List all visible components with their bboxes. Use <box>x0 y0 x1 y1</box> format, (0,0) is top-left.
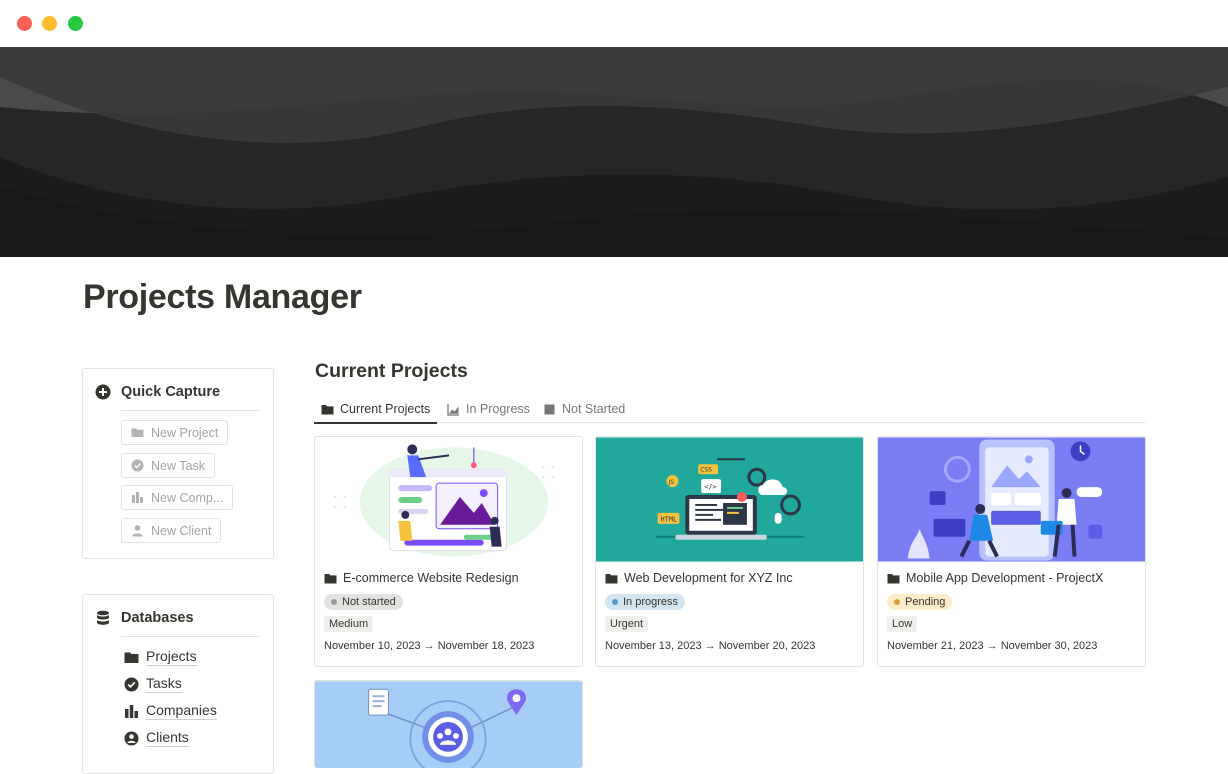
status-dot <box>331 599 337 605</box>
db-link-companies-label: Companies <box>146 702 217 720</box>
web-development-illustration: HTML </> JS CSS <box>596 437 863 562</box>
folder-icon <box>124 650 139 665</box>
databases-title: Databases <box>121 610 194 626</box>
tab-not-started[interactable]: Not Started <box>536 395 632 423</box>
priority-badge: Urgent <box>605 616 648 632</box>
check-circle-icon <box>131 459 144 472</box>
project-card-partial[interactable] <box>314 680 583 768</box>
project-card-mobile-app[interactable]: Mobile App Development - ProjectX Pendin… <box>877 436 1146 667</box>
tab-current-projects-label: Current Projects <box>340 402 430 416</box>
project-card-title-text: Mobile App Development - ProjectX <box>906 571 1103 585</box>
db-link-clients[interactable]: Clients <box>124 729 189 747</box>
db-link-clients-label: Clients <box>146 729 189 747</box>
client-network-illustration <box>315 681 582 768</box>
db-link-projects-label: Projects <box>146 648 197 666</box>
databases-header: Databases <box>95 610 194 626</box>
chart-icon <box>447 403 460 416</box>
status-text: Not started <box>342 596 396 608</box>
priority-badge: Medium <box>324 616 373 632</box>
folder-icon <box>321 403 334 416</box>
project-card-title: Web Development for XYZ Inc <box>605 571 793 585</box>
folder-icon <box>887 572 900 585</box>
new-task-button[interactable]: New Task <box>121 453 215 478</box>
person-icon <box>131 524 144 537</box>
status-text: In progress <box>623 596 678 608</box>
tab-in-progress-label: In Progress <box>466 402 530 416</box>
new-project-label: New Project <box>151 426 218 440</box>
close-window-button[interactable] <box>17 16 32 31</box>
project-card-title-text: Web Development for XYZ Inc <box>624 571 793 585</box>
current-projects-heading: Current Projects <box>315 360 468 383</box>
new-client-button[interactable]: New Client <box>121 518 221 543</box>
new-company-button[interactable]: New Comp... <box>121 485 233 510</box>
folder-icon <box>605 572 618 585</box>
view-tabs: Current Projects In Progress Not Started <box>314 395 1146 423</box>
folder-icon <box>324 572 337 585</box>
status-badge: Pending <box>887 594 952 610</box>
minimize-window-button[interactable] <box>42 16 57 31</box>
mobile-app-illustration <box>878 437 1145 562</box>
new-task-label: New Task <box>151 459 205 473</box>
person-circle-icon <box>124 731 139 746</box>
status-badge: In progress <box>605 594 685 610</box>
project-card-ecommerce[interactable]: E-commerce Website Redesign Not started … <box>314 436 583 667</box>
folder-icon <box>131 426 144 439</box>
new-project-button[interactable]: New Project <box>121 420 228 445</box>
quick-capture-header: Quick Capture <box>95 384 220 400</box>
check-circle-icon <box>124 677 139 692</box>
status-text: Pending <box>905 596 945 608</box>
square-icon <box>543 403 556 416</box>
db-link-tasks[interactable]: Tasks <box>124 675 182 693</box>
tab-current-projects[interactable]: Current Projects <box>314 395 437 423</box>
svg-text:</>: </> <box>704 483 717 491</box>
database-icon <box>95 610 111 626</box>
db-link-tasks-label: Tasks <box>146 675 182 693</box>
project-dates: November 13, 2023 → November 20, 2023 <box>605 640 815 652</box>
db-link-companies[interactable]: Companies <box>124 702 217 720</box>
new-client-label: New Client <box>151 524 211 538</box>
project-dates: November 10, 2023 → November 18, 2023 <box>324 640 534 652</box>
status-dot <box>612 599 618 605</box>
tab-in-progress[interactable]: In Progress <box>440 395 537 423</box>
quick-capture-panel: Quick Capture New Project New Task New C… <box>82 368 274 559</box>
status-dot <box>894 599 900 605</box>
project-card-title: Mobile App Development - ProjectX <box>887 571 1103 585</box>
priority-badge: Low <box>887 616 917 632</box>
page-cover <box>0 47 1228 257</box>
project-card-web-dev[interactable]: HTML </> JS CSS Web Development for XYZ … <box>595 436 864 667</box>
quick-capture-divider <box>121 410 259 411</box>
new-company-label: New Comp... <box>151 491 223 505</box>
db-link-projects[interactable]: Projects <box>124 648 197 666</box>
project-card-title-text: E-commerce Website Redesign <box>343 571 519 585</box>
project-card-title: E-commerce Website Redesign <box>324 571 519 585</box>
building-icon <box>124 704 139 719</box>
svg-text:CSS: CSS <box>700 467 712 474</box>
plus-circle-icon <box>95 384 111 400</box>
svg-text:HTML: HTML <box>661 515 678 523</box>
quick-capture-title: Quick Capture <box>121 384 220 400</box>
svg-text:JS: JS <box>667 479 674 486</box>
building-icon <box>131 491 144 504</box>
project-dates: November 21, 2023 → November 30, 2023 <box>887 640 1097 652</box>
page-title: Projects Manager <box>83 278 362 317</box>
tab-not-started-label: Not Started <box>562 402 625 416</box>
databases-panel: Databases Projects Tasks Companies Clien… <box>82 594 274 774</box>
databases-divider <box>121 636 259 637</box>
maximize-window-button[interactable] <box>68 16 83 31</box>
ecommerce-illustration <box>315 437 582 562</box>
window-titlebar <box>0 0 1228 47</box>
status-badge: Not started <box>324 594 403 610</box>
